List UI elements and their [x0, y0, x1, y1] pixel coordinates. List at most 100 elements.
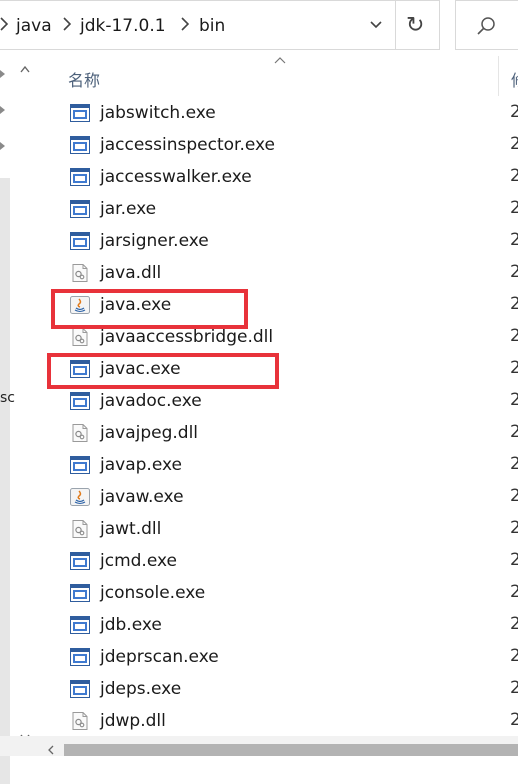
file-row[interactable]: jdeps.exe: [64, 674, 484, 704]
breadcrumb-jdk[interactable]: jdk-17.0.1: [80, 15, 166, 37]
file-row[interactable]: jdwp.dll: [64, 706, 484, 736]
highlight-box-java-exe: [51, 289, 248, 329]
file-row[interactable]: jcmd.exe: [64, 546, 484, 576]
file-name: jaccesswalker.exe: [100, 167, 252, 187]
file-name: jabswitch.exe: [100, 103, 216, 123]
expand-arrow-icon[interactable]: [0, 106, 5, 114]
date-modified-cell: 2: [510, 102, 518, 122]
date-modified-cell: 2: [510, 550, 518, 570]
date-modified-cell: 2: [510, 710, 518, 730]
chevron-down-icon: [370, 21, 382, 29]
file-name: javajpeg.dll: [100, 423, 199, 443]
file-row[interactable]: java.dll: [64, 258, 484, 288]
address-bar[interactable]: java jdk-17.0.1 bin: [0, 0, 396, 50]
exe-icon: [70, 648, 90, 666]
file-name: jar.exe: [100, 199, 157, 219]
date-modified-cell: 2: [510, 614, 518, 634]
date-modified-cell: 2: [510, 358, 518, 378]
date-modified-cell: 2: [510, 486, 518, 506]
file-name: jconsole.exe: [100, 583, 206, 603]
file-list: 名称 修 jabswitch.exe 2 jaccessinspector.exe 2…: [38, 50, 518, 756]
file-row[interactable]: jawt.dll: [64, 514, 484, 544]
horizontal-scrollbar-thumb[interactable]: [64, 744, 518, 756]
exe-icon: [70, 232, 90, 250]
file-name: jaccessinspector.exe: [100, 135, 276, 155]
date-modified-cell: 2: [510, 326, 518, 346]
breadcrumb-java[interactable]: java: [16, 15, 52, 37]
dll-icon: [72, 328, 88, 346]
chevron-right-icon[interactable]: [181, 17, 189, 31]
date-modified-cell: 2: [510, 134, 518, 154]
file-name: jarsigner.exe: [100, 231, 209, 251]
navigation-pane: sc: [0, 58, 38, 784]
file-name: jdwp.dll: [100, 711, 166, 731]
date-modified-cell: 2: [510, 678, 518, 698]
exe-icon: [70, 616, 90, 634]
date-modified-cell: 2: [510, 198, 518, 218]
scroll-left-icon[interactable]: [48, 745, 54, 755]
highlight-box-javac-exe: [47, 353, 279, 389]
file-name: javaw.exe: [100, 487, 184, 507]
file-row[interactable]: jdeprscan.exe: [64, 642, 484, 672]
dll-icon: [72, 424, 88, 442]
file-name: javadoc.exe: [100, 391, 202, 411]
date-modified-cell: 2: [510, 518, 518, 538]
file-row[interactable]: javadoc.exe: [64, 386, 484, 416]
file-name: jawt.dll: [100, 519, 162, 539]
nav-scrollbar-track[interactable]: [0, 178, 10, 784]
exe-icon: [70, 168, 90, 186]
date-modified-cell: 2: [510, 582, 518, 602]
exe-icon: [70, 584, 90, 602]
file-name: jdb.exe: [100, 615, 162, 635]
expand-arrow-icon[interactable]: [0, 142, 5, 150]
search-icon: [477, 17, 495, 35]
file-name: jdeps.exe: [100, 679, 182, 699]
file-row[interactable]: jconsole.exe: [64, 578, 484, 608]
file-name: javap.exe: [100, 455, 182, 475]
date-modified-cell: 2: [510, 646, 518, 666]
file-row[interactable]: jaccessinspector.exe: [64, 130, 484, 160]
scroll-up-icon[interactable]: [20, 66, 30, 73]
exe-icon: [70, 200, 90, 218]
date-modified-cell: 2: [510, 454, 518, 474]
file-row[interactable]: jdb.exe: [64, 610, 484, 640]
exe-icon: [70, 392, 90, 410]
date-modified-cell: 2: [510, 422, 518, 442]
nav-item-label[interactable]: sc: [0, 390, 15, 406]
dll-icon: [72, 264, 88, 282]
date-modified-cell: 2: [510, 166, 518, 186]
date-modified-cell: 2: [510, 294, 518, 314]
search-input[interactable]: [455, 0, 518, 50]
date-modified-cell: 2: [510, 230, 518, 250]
file-row[interactable]: javaw.exe: [64, 482, 484, 512]
breadcrumb-bin[interactable]: bin: [199, 15, 225, 37]
refresh-icon: ↻: [406, 13, 425, 38]
file-row[interactable]: jar.exe: [64, 194, 484, 224]
dll-icon: [72, 520, 88, 538]
chevron-right-icon[interactable]: [0, 17, 8, 31]
column-divider[interactable]: [498, 56, 499, 96]
file-row[interactable]: javajpeg.dll: [64, 418, 484, 448]
exe-icon: [70, 456, 90, 474]
expand-arrow-icon[interactable]: [0, 70, 5, 78]
column-header-modified[interactable]: 修: [511, 67, 518, 91]
file-name: jcmd.exe: [100, 551, 177, 571]
exe-icon: [70, 104, 90, 122]
file-name: java.dll: [100, 263, 162, 283]
file-name: jdeprscan.exe: [100, 647, 219, 667]
chevron-right-icon[interactable]: [63, 17, 71, 31]
file-row[interactable]: jaccesswalker.exe: [64, 162, 484, 192]
address-dropdown-button[interactable]: [356, 1, 396, 51]
refresh-button[interactable]: ↻: [396, 0, 440, 50]
file-row[interactable]: jabswitch.exe: [64, 98, 484, 128]
column-header-name[interactable]: 名称: [68, 67, 100, 91]
date-modified-cell: 2: [510, 262, 518, 282]
exe-icon: [70, 136, 90, 154]
file-row[interactable]: javap.exe: [64, 450, 484, 480]
dll-icon: [72, 712, 88, 730]
exe-icon: [70, 552, 90, 570]
exe-icon: [70, 680, 90, 698]
file-name: javaaccessbridge.dll: [100, 327, 274, 347]
file-row[interactable]: jarsigner.exe: [64, 226, 484, 256]
date-modified-cell: 2: [510, 390, 518, 410]
